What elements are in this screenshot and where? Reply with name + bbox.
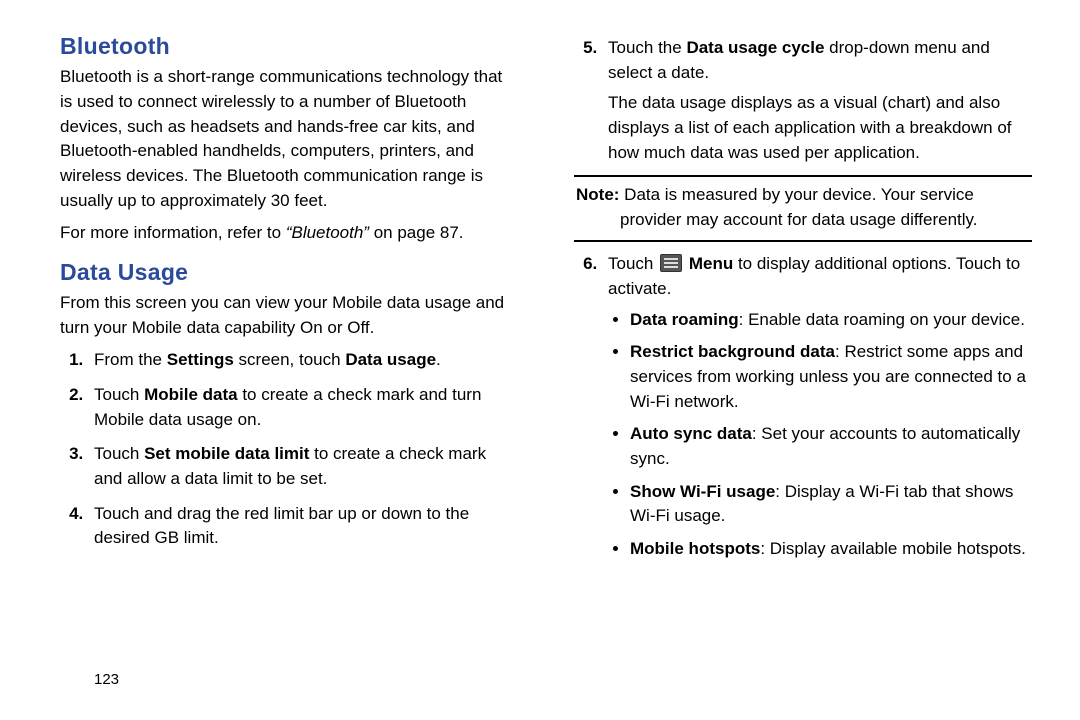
- steps-list-a: From the Settings screen, touch Data usa…: [60, 348, 518, 550]
- step-6: Touch Menu to display additional options…: [602, 252, 1032, 561]
- steps-list-c: Touch Menu to display additional options…: [574, 252, 1032, 561]
- options-list: Data roaming: Enable data roaming on you…: [608, 308, 1032, 562]
- option-auto-sync: Auto sync data: Set your accounts to aut…: [630, 422, 1032, 471]
- step-3: Touch Set mobile data limit to create a …: [88, 442, 518, 491]
- note-label: Note:: [576, 185, 619, 204]
- note-body: Data is measured by your device. Your se…: [619, 185, 977, 229]
- manual-page: Bluetooth Bluetooth is a short-range com…: [0, 0, 1080, 660]
- heading-data-usage: Data Usage: [60, 256, 518, 289]
- step-5: Touch the Data usage cycle drop-down men…: [602, 36, 1032, 165]
- step-1: From the Settings screen, touch Data usa…: [88, 348, 518, 373]
- note-block: Note: Data is measured by your device. Y…: [574, 175, 1032, 242]
- ref-prefix: For more information, refer to: [60, 223, 286, 242]
- step-5-extra: The data usage displays as a visual (cha…: [608, 93, 1012, 161]
- page-number: 123: [94, 671, 119, 688]
- data-usage-intro: From this screen you can view your Mobil…: [60, 291, 518, 340]
- steps-list-b: Touch the Data usage cycle drop-down men…: [574, 36, 1032, 165]
- ref-suffix: on page 87.: [369, 223, 464, 242]
- heading-bluetooth: Bluetooth: [60, 30, 518, 63]
- option-show-wifi: Show Wi-Fi usage: Display a Wi-Fi tab th…: [630, 480, 1032, 529]
- option-data-roaming: Data roaming: Enable data roaming on you…: [630, 308, 1032, 333]
- option-mobile-hotspots: Mobile hotspots: Display available mobil…: [630, 537, 1032, 562]
- menu-icon: [660, 254, 682, 272]
- bluetooth-crossref: For more information, refer to “Bluetoot…: [60, 221, 518, 246]
- bluetooth-body: Bluetooth is a short-range communication…: [60, 65, 518, 213]
- option-restrict-background: Restrict background data: Restrict some …: [630, 340, 1032, 414]
- ref-link: “Bluetooth”: [286, 223, 369, 242]
- step-2: Touch Mobile data to create a check mark…: [88, 383, 518, 432]
- step-4: Touch and drag the red limit bar up or d…: [88, 502, 518, 551]
